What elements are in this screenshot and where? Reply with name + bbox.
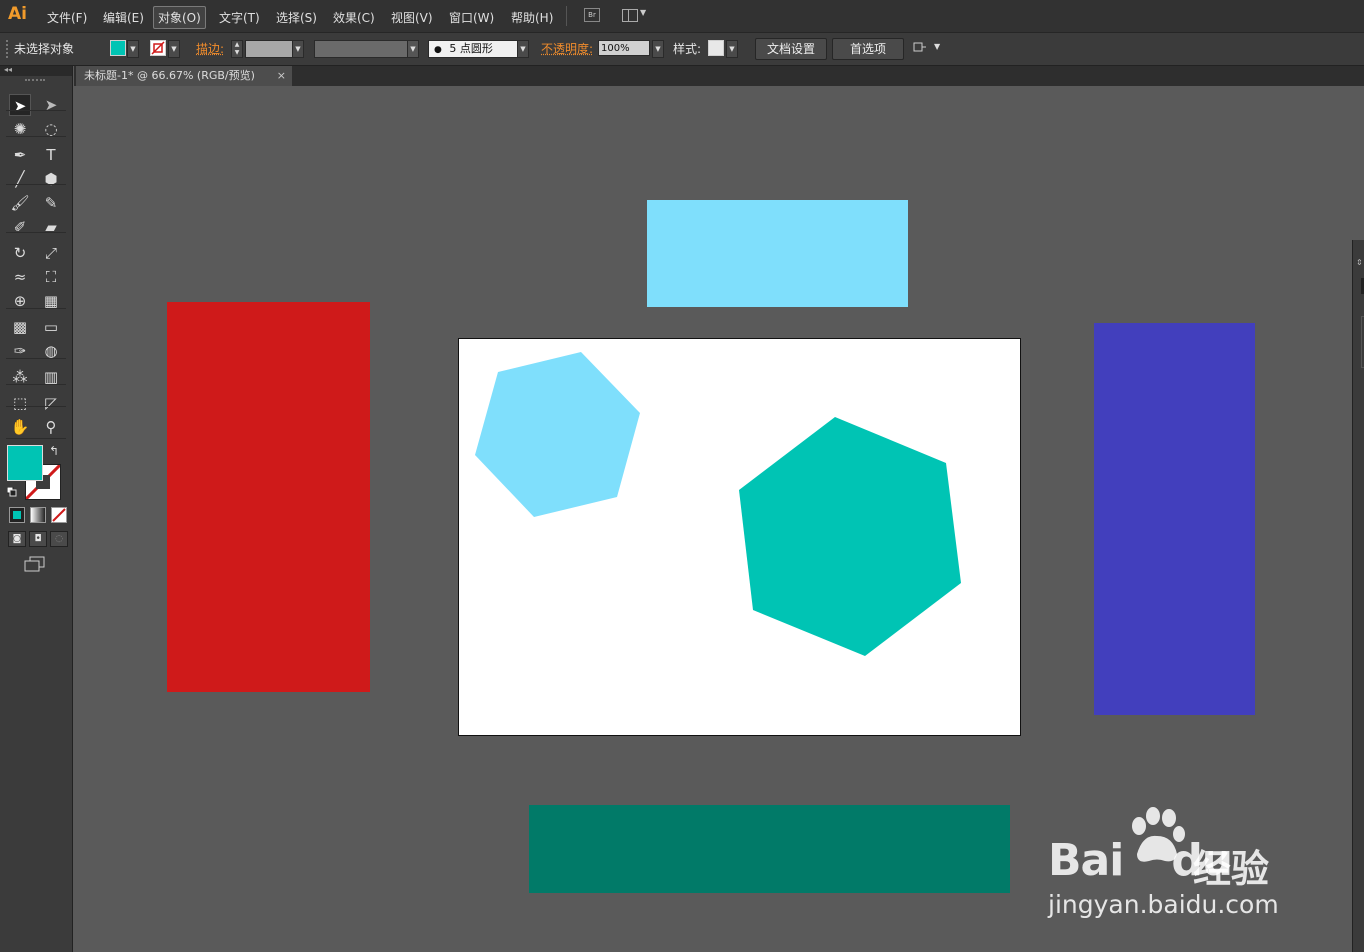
watermark-url: jingyan.baidu.com	[1048, 890, 1279, 919]
right-panel-collapsed[interactable]: ⇕	[1352, 240, 1364, 952]
watermark-brand-cn: 经验	[1193, 847, 1270, 891]
teal-hexagon[interactable]	[739, 417, 961, 656]
watermark-brand-left: Bai	[1048, 835, 1124, 886]
light-blue-hexagon[interactable]	[475, 352, 640, 517]
chevron-up-down-icon[interactable]: ⇕	[1356, 258, 1363, 267]
paw-logo-icon	[1125, 806, 1185, 864]
